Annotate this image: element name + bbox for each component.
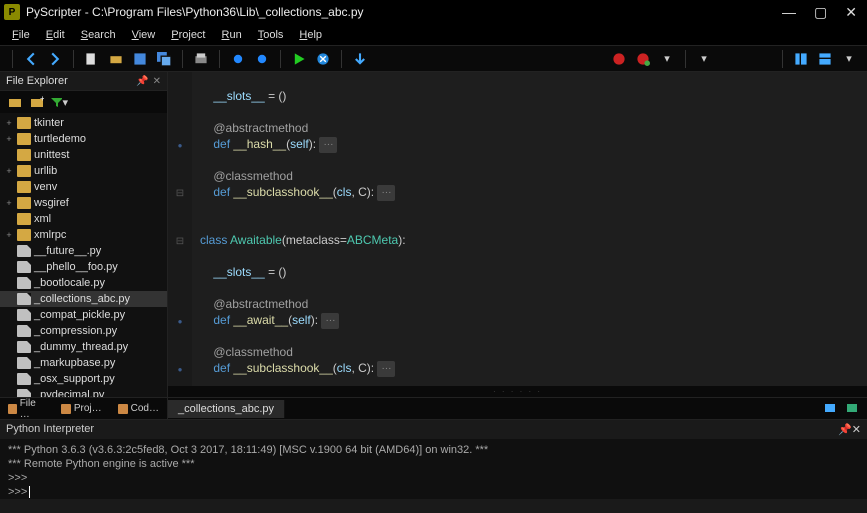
file-explorer-panel: File Explorer 📌 ✕ + ▾ +tkinter+turtledem… <box>0 72 168 419</box>
interpreter-pin-icon[interactable]: 📌 <box>838 423 852 436</box>
layout-a-button[interactable] <box>792 50 810 68</box>
interpreter-close-icon[interactable]: ✕ <box>852 423 861 436</box>
menu-run[interactable]: Run <box>214 27 250 43</box>
file-node[interactable]: _bootlocale.py <box>0 275 167 291</box>
interpreter-line: *** Remote Python engine is active *** <box>8 457 859 471</box>
maximize-button[interactable]: ▢ <box>814 4 827 21</box>
tool-b[interactable] <box>253 50 271 68</box>
file-explorer-title: File Explorer <box>6 75 132 87</box>
breakpoint-button[interactable] <box>634 50 652 68</box>
menu-view[interactable]: View <box>124 27 164 43</box>
step-button[interactable] <box>351 50 369 68</box>
dropdown-b[interactable]: ▾ <box>695 50 713 68</box>
menu-tools[interactable]: Tools <box>250 27 292 43</box>
folder-node[interactable]: +tkinter <box>0 115 167 131</box>
folder-node[interactable]: +xmlrpc <box>0 227 167 243</box>
file-node[interactable]: _osx_support.py <box>0 371 167 387</box>
stop-button[interactable] <box>610 50 628 68</box>
menu-help[interactable]: Help <box>291 27 330 43</box>
debug-button[interactable] <box>314 50 332 68</box>
file-explorer-toolbar: + ▾ <box>0 91 167 113</box>
prompt: >>> <box>8 486 27 498</box>
code-editor[interactable]: ●⊟⊟●●⊟●●● __slots__ = () @abstractmethod… <box>168 72 867 386</box>
file-node[interactable]: _dummy_thread.py <box>0 339 167 355</box>
window-title: PyScripter - C:\Program Files\Python36\L… <box>26 5 782 19</box>
folder-node[interactable]: venv <box>0 179 167 195</box>
splitter-handle[interactable]: · · · · · · <box>168 386 867 397</box>
prompt: >>> <box>8 472 27 484</box>
cursor <box>29 486 30 498</box>
folder-node[interactable]: +urllib <box>0 163 167 179</box>
new-button[interactable] <box>83 50 101 68</box>
tab-tool-b-icon[interactable] <box>845 401 861 417</box>
layout-b-button[interactable] <box>816 50 834 68</box>
file-node[interactable]: _collections_abc.py <box>0 291 167 307</box>
toolbar: ▾ ▾ ▾ <box>0 46 867 72</box>
pin-icon[interactable]: 📌 <box>136 76 148 87</box>
editor-tab[interactable]: _collections_abc.py <box>168 400 285 418</box>
file-node[interactable]: _compat_pickle.py <box>0 307 167 323</box>
sidebar-tab[interactable]: Cod… <box>110 398 167 419</box>
folder-node[interactable]: +turtledemo <box>0 131 167 147</box>
dropdown-a[interactable]: ▾ <box>658 50 676 68</box>
interpreter-header: Python Interpreter 📌 ✕ <box>0 419 867 439</box>
sidebar-tabs: File …Proj…Cod… <box>0 397 167 419</box>
folder-up-icon[interactable] <box>6 94 24 110</box>
dropdown-c[interactable]: ▾ <box>840 50 858 68</box>
filter-icon[interactable]: ▾ <box>50 94 68 110</box>
new-folder-icon[interactable]: + <box>28 94 46 110</box>
save-button[interactable] <box>131 50 149 68</box>
run-button[interactable] <box>290 50 308 68</box>
file-node[interactable]: __future__.py <box>0 243 167 259</box>
sidebar-tab[interactable]: Proj… <box>53 398 110 419</box>
back-button[interactable] <box>22 50 40 68</box>
menu-project[interactable]: Project <box>163 27 213 43</box>
file-tree[interactable]: +tkinter+turtledemounittest+urllibvenv+w… <box>0 113 167 397</box>
tab-tool-a-icon[interactable] <box>823 401 839 417</box>
print-button[interactable] <box>192 50 210 68</box>
minimize-button[interactable]: — <box>782 4 796 21</box>
forward-button[interactable] <box>46 50 64 68</box>
open-button[interactable] <box>107 50 125 68</box>
file-node[interactable]: __phello__foo.py <box>0 259 167 275</box>
app-icon: P <box>4 4 20 20</box>
folder-node[interactable]: +wsgiref <box>0 195 167 211</box>
python-interpreter[interactable]: *** Python 3.6.3 (v3.6.3:2c5fed8, Oct 3 … <box>0 439 867 499</box>
save-all-button[interactable] <box>155 50 173 68</box>
folder-node[interactable]: unittest <box>0 147 167 163</box>
folder-node[interactable]: xml <box>0 211 167 227</box>
panel-close-icon[interactable]: ✕ <box>153 76 161 87</box>
menu-search[interactable]: Search <box>73 27 124 43</box>
tool-a[interactable] <box>229 50 247 68</box>
file-node[interactable]: _markupbase.py <box>0 355 167 371</box>
sidebar-tab[interactable]: File … <box>0 398 53 419</box>
menu-file[interactable]: File <box>4 27 38 43</box>
close-button[interactable]: ✕ <box>845 4 857 21</box>
file-node[interactable]: _compression.py <box>0 323 167 339</box>
title-bar: P PyScripter - C:\Program Files\Python36… <box>0 0 867 24</box>
interpreter-line: *** Python 3.6.3 (v3.6.3:2c5fed8, Oct 3 … <box>8 443 859 457</box>
editor-panel: ●⊟⊟●●⊟●●● __slots__ = () @abstractmethod… <box>168 72 867 419</box>
interpreter-title: Python Interpreter <box>6 423 838 436</box>
file-node[interactable]: _pydecimal.py <box>0 387 167 397</box>
menu-edit[interactable]: Edit <box>38 27 73 43</box>
svg-text:+: + <box>40 96 44 103</box>
menu-bar: FileEditSearchViewProjectRunToolsHelp <box>0 24 867 46</box>
